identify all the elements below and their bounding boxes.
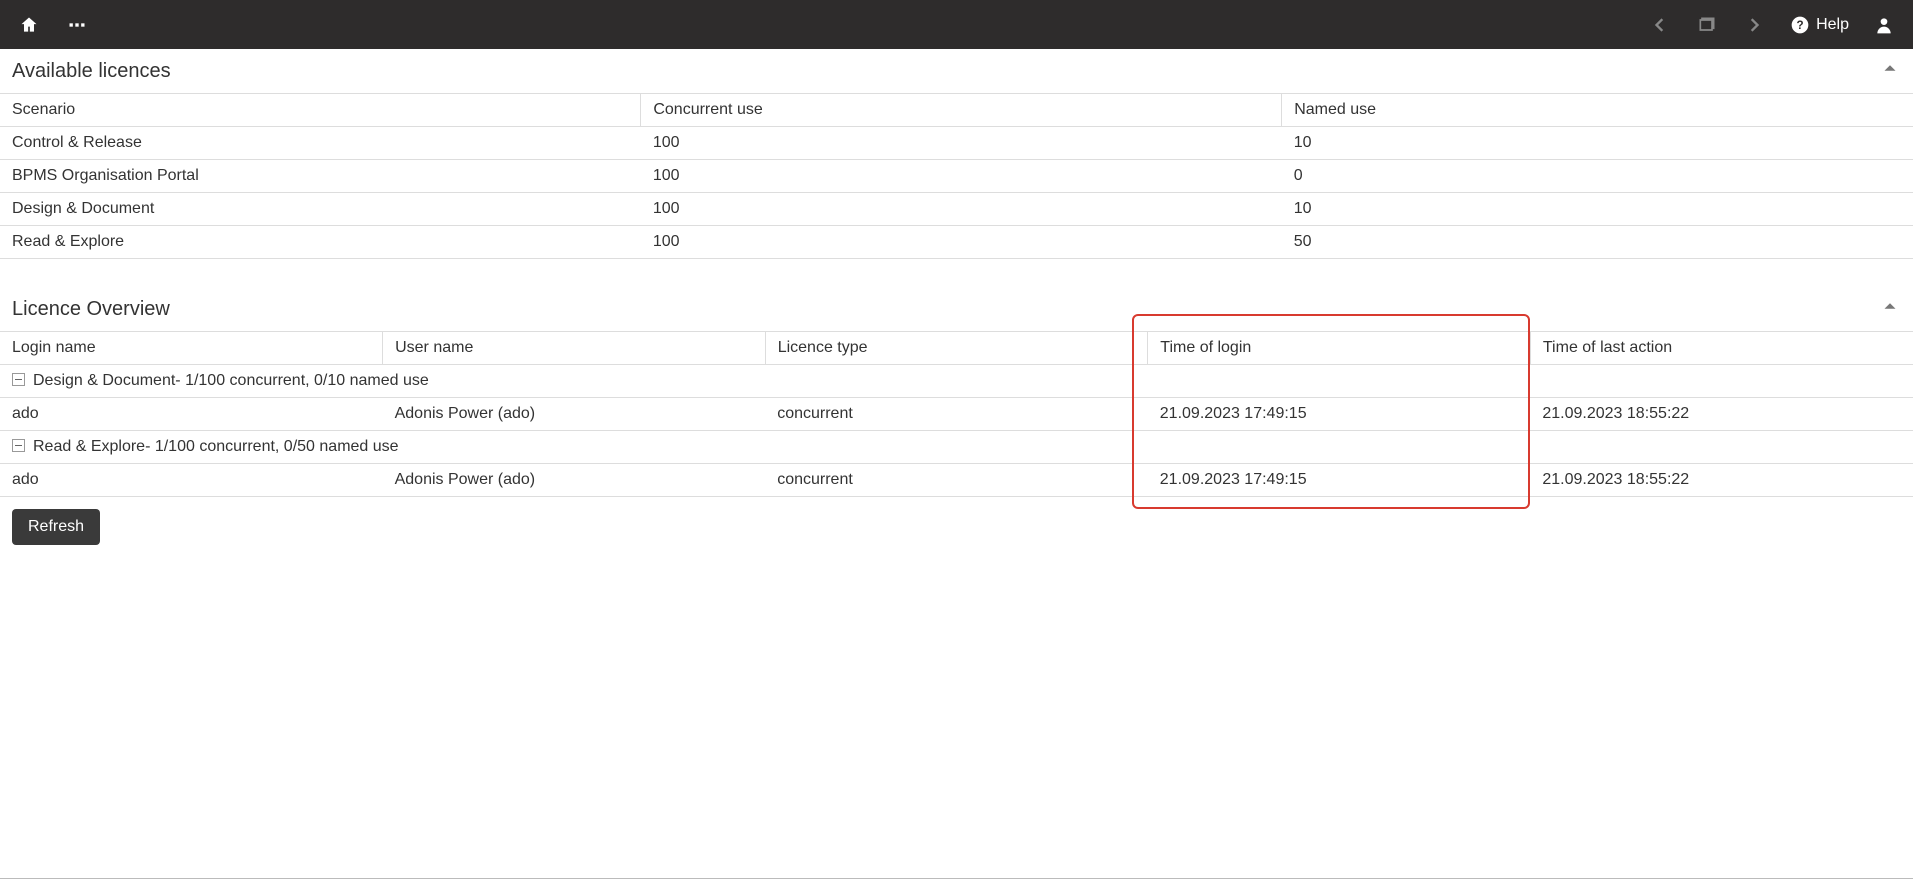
- window-icon[interactable]: [1688, 6, 1726, 44]
- cell-licence-type: concurrent: [765, 464, 1148, 497]
- table-row: adoAdonis Power (ado)concurrent21.09.202…: [0, 464, 1913, 497]
- col-login-name: Login name: [0, 332, 383, 365]
- col-user-name: User name: [383, 332, 766, 365]
- cell-named: 10: [1282, 193, 1913, 226]
- available-licences-table: Scenario Concurrent use Named use Contro…: [0, 93, 1913, 259]
- refresh-button[interactable]: Refresh: [12, 509, 100, 545]
- cell-concurrent: 100: [641, 226, 1282, 259]
- table-row: adoAdonis Power (ado)concurrent21.09.202…: [0, 398, 1913, 431]
- collapse-box-icon[interactable]: [12, 439, 25, 452]
- table-row: Read & Explore10050: [0, 226, 1913, 259]
- cell-named: 0: [1282, 160, 1913, 193]
- cell-time-last: 21.09.2023 18:55:22: [1530, 398, 1913, 431]
- col-concurrent: Concurrent use: [641, 94, 1282, 127]
- available-licences-title: Available licences: [12, 60, 171, 83]
- col-scenario: Scenario: [0, 94, 641, 127]
- group-label: Design & Document- 1/100 concurrent, 0/1…: [0, 365, 1913, 398]
- cell-scenario: Design & Document: [0, 193, 641, 226]
- licence-overview-title: Licence Overview: [12, 298, 170, 321]
- group-label-text: Read & Explore- 1/100 concurrent, 0/50 n…: [33, 438, 399, 455]
- collapse-box-icon[interactable]: [12, 373, 25, 386]
- cell-scenario: Read & Explore: [0, 226, 641, 259]
- licence-overview-header: Licence Overview: [0, 287, 1913, 331]
- col-time-last: Time of last action: [1530, 332, 1913, 365]
- cell-scenario: BPMS Organisation Portal: [0, 160, 641, 193]
- table-row: BPMS Organisation Portal1000: [0, 160, 1913, 193]
- cell-user-name: Adonis Power (ado): [383, 464, 766, 497]
- group-row: Read & Explore- 1/100 concurrent, 0/50 n…: [0, 431, 1913, 464]
- col-licence-type: Licence type: [765, 332, 1148, 365]
- cell-concurrent: 100: [641, 160, 1282, 193]
- licence-overview-table: Login name User name Licence type Time o…: [0, 331, 1913, 497]
- help-button[interactable]: ? Help: [1784, 15, 1855, 35]
- cell-user-name: Adonis Power (ado): [383, 398, 766, 431]
- content-area: Available licences Scenario Concurrent u…: [0, 49, 1913, 557]
- menu-dots-icon[interactable]: [58, 6, 96, 44]
- cell-concurrent: 100: [641, 193, 1282, 226]
- nav-forward-icon[interactable]: [1736, 6, 1774, 44]
- home-icon[interactable]: [10, 6, 48, 44]
- collapse-icon[interactable]: [1879, 295, 1901, 323]
- help-label: Help: [1816, 16, 1849, 34]
- group-label-text: Design & Document- 1/100 concurrent, 0/1…: [33, 372, 429, 389]
- svg-text:?: ?: [1797, 19, 1804, 32]
- available-licences-header: Available licences: [0, 49, 1913, 93]
- table-row: Control & Release10010: [0, 127, 1913, 160]
- cell-concurrent: 100: [641, 127, 1282, 160]
- cell-scenario: Control & Release: [0, 127, 641, 160]
- cell-named: 50: [1282, 226, 1913, 259]
- cell-login-name: ado: [0, 464, 383, 497]
- cell-time-login: 21.09.2023 17:49:15: [1148, 464, 1531, 497]
- collapse-icon[interactable]: [1879, 57, 1901, 85]
- table-header-row: Scenario Concurrent use Named use: [0, 94, 1913, 127]
- cell-licence-type: concurrent: [765, 398, 1148, 431]
- cell-named: 10: [1282, 127, 1913, 160]
- col-named: Named use: [1282, 94, 1913, 127]
- topbar: ? Help: [0, 0, 1913, 49]
- table-header-row: Login name User name Licence type Time o…: [0, 332, 1913, 365]
- col-time-login: Time of login: [1148, 332, 1531, 365]
- cell-login-name: ado: [0, 398, 383, 431]
- cell-time-login: 21.09.2023 17:49:15: [1148, 398, 1531, 431]
- table-row: Design & Document10010: [0, 193, 1913, 226]
- user-icon[interactable]: [1865, 6, 1903, 44]
- group-row: Design & Document- 1/100 concurrent, 0/1…: [0, 365, 1913, 398]
- cell-time-last: 21.09.2023 18:55:22: [1530, 464, 1913, 497]
- group-label: Read & Explore- 1/100 concurrent, 0/50 n…: [0, 431, 1913, 464]
- nav-back-icon[interactable]: [1640, 6, 1678, 44]
